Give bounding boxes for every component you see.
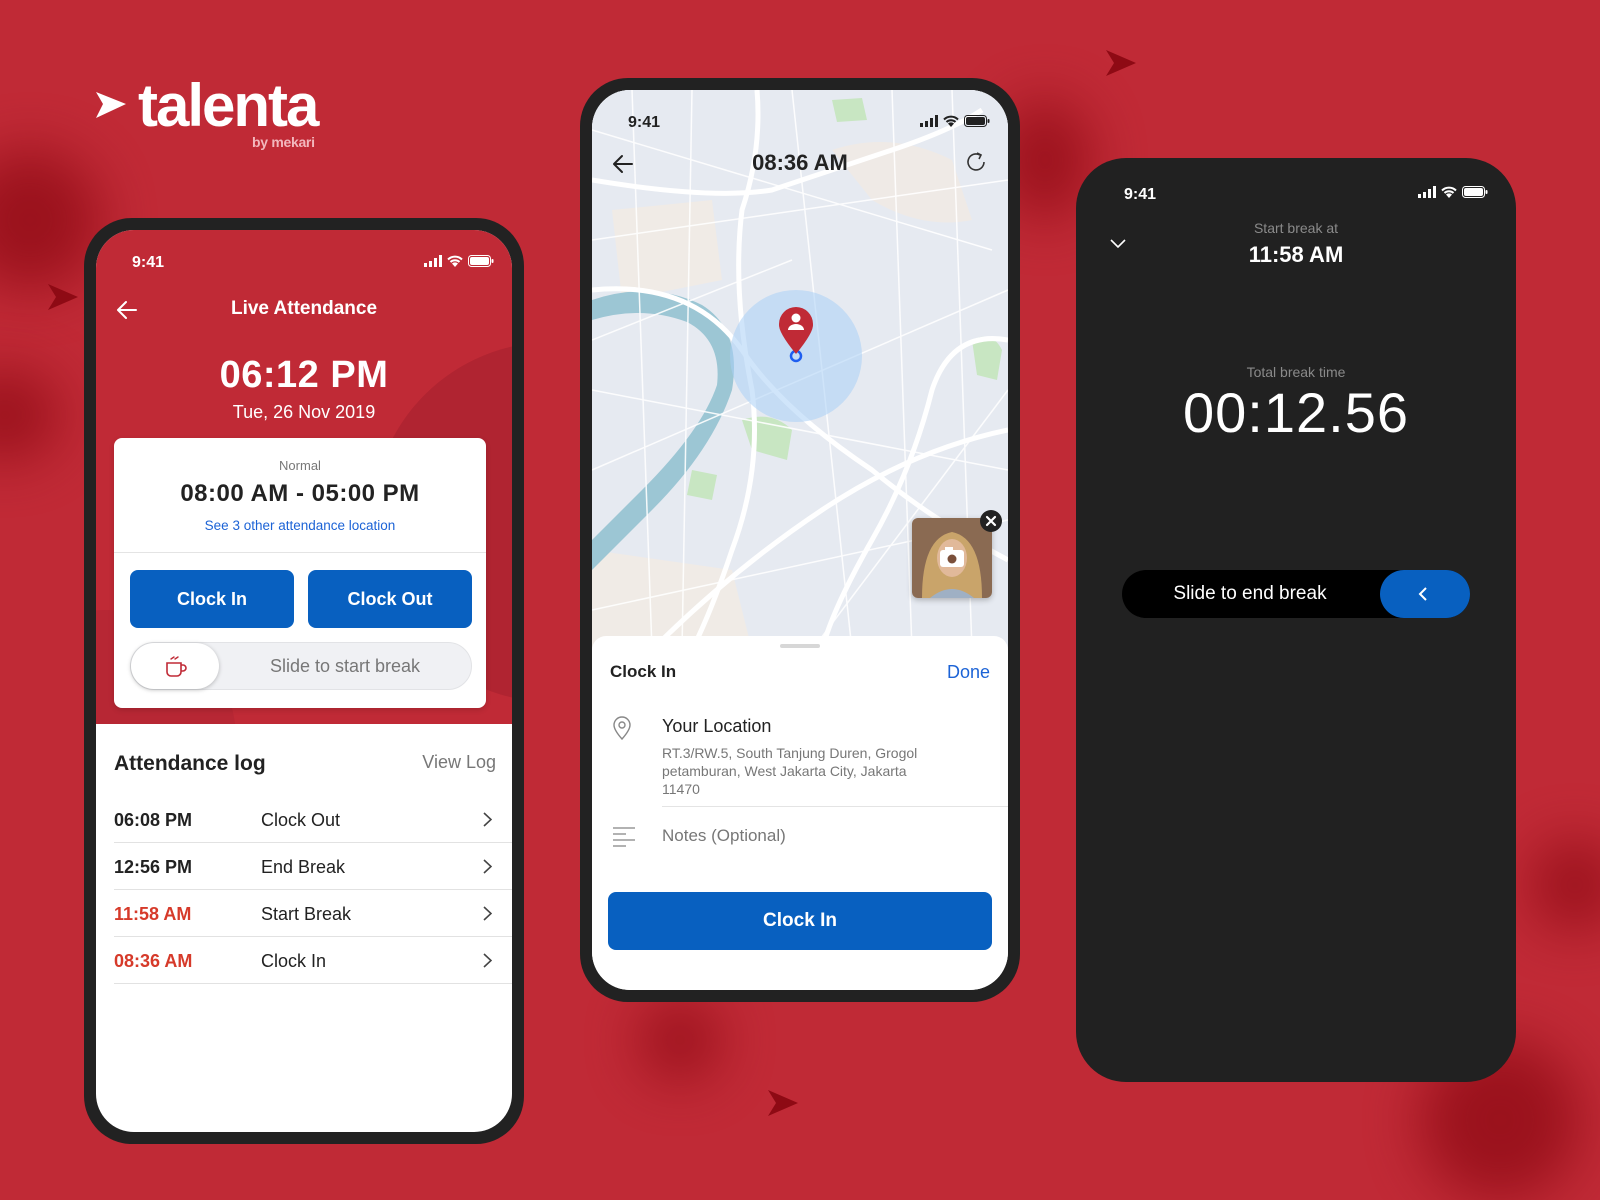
current-time: 06:12 PM [219, 354, 389, 396]
total-break-timer: 00:12.56 [1183, 381, 1409, 444]
location-title: Your Location [662, 716, 772, 736]
view-log-link[interactable]: View Log [422, 752, 496, 773]
log-time: 06:08 PM [114, 810, 193, 830]
brand-byline: by mekari [252, 134, 315, 150]
battery-icon [468, 255, 494, 267]
talenta-chevron-icon [94, 90, 128, 125]
coffee-cup-icon [166, 656, 187, 677]
chevron-right-icon [483, 906, 493, 926]
log-action: Clock In [261, 951, 327, 971]
phone-live-attendance: 9:41 Live Attendance 06:12 PM Tue, 26 No… [84, 218, 524, 1144]
start-break-time: 11:58 AM [1248, 242, 1344, 267]
log-action: Start Break [261, 904, 352, 924]
refresh-icon[interactable] [964, 150, 988, 179]
background-blur [1530, 840, 1600, 930]
status-icons [424, 255, 494, 267]
total-break-label: Total break time [1246, 364, 1346, 380]
notes-input[interactable] [662, 826, 982, 846]
location-address: RT.3/RW.5, South Tanjung Duren, Grogol p… [662, 745, 918, 797]
slider-knob[interactable] [131, 643, 219, 689]
other-locations-link[interactable]: See 3 other attendance location [114, 518, 486, 533]
attendance-log-list: 06:08 PM Clock Out 12:56 PM End Break 11… [114, 796, 512, 984]
location-pin-icon [612, 716, 632, 745]
log-row[interactable]: 11:58 AM Start Break [114, 890, 512, 937]
slider-label: Slide to end break [1173, 583, 1327, 604]
phone-clock-in: 9:41 08:36 AM Clock In Done Your Locatio… [580, 78, 1020, 1002]
battery-icon [1462, 186, 1488, 198]
notes-icon [612, 826, 636, 853]
status-time: 9:41 [1124, 186, 1157, 203]
shift-type: Normal [279, 458, 321, 473]
chevron-right-icon [483, 859, 493, 879]
background-blur [640, 1000, 720, 1080]
clock-in-button[interactable]: Clock In [130, 570, 294, 628]
wifi-icon [1441, 186, 1457, 198]
sheet-grabber[interactable] [780, 644, 820, 648]
signal-icon [1418, 186, 1436, 198]
clock-in-sheet: Clock In Done Your Location RT.3/RW.5, S… [592, 636, 1008, 990]
divider [662, 806, 1008, 807]
shift-card: Normal 08:00 AM - 05:00 PM See 3 other a… [114, 438, 486, 708]
status-icons [920, 115, 990, 127]
chevron-right-icon [483, 953, 493, 973]
close-icon[interactable] [980, 510, 1002, 532]
log-action: Clock Out [261, 810, 341, 830]
start-break-slider[interactable]: Slide to start break [130, 642, 472, 690]
log-row[interactable]: 12:56 PM End Break [114, 843, 512, 890]
phone-break-timer: 9:41 Start break at 11:58 AM Total break… [1076, 158, 1516, 1082]
end-break-slider[interactable]: Slide to end break [1122, 570, 1470, 618]
log-time: 12:56 PM [114, 857, 193, 877]
signal-icon [424, 255, 442, 267]
slider-label: Slide to start break [269, 656, 421, 676]
signal-icon [920, 115, 938, 127]
log-time-late: 08:36 AM [114, 951, 193, 971]
page-title: Live Attendance [230, 298, 378, 319]
navbar: Live Attendance [96, 290, 512, 330]
clock-out-button[interactable]: Clock Out [308, 570, 472, 628]
slider-knob[interactable] [1380, 570, 1470, 618]
attendance-log-title: Attendance log [114, 752, 266, 775]
battery-icon [964, 115, 990, 127]
log-time-late: 11:58 AM [114, 904, 192, 924]
status-bar: 9:41 [1076, 158, 1516, 203]
status-bar: 9:41 [592, 90, 1008, 134]
current-date: Tue, 26 Nov 2019 [232, 402, 376, 422]
camera-icon [940, 547, 964, 567]
chevron-left-icon [1418, 587, 1427, 601]
divider [114, 552, 486, 553]
brand-name: talenta [138, 72, 319, 139]
log-row[interactable]: 08:36 AM Clock In [114, 937, 512, 984]
background-blur [0, 370, 60, 460]
start-break-label: Start break at [1253, 220, 1339, 236]
log-action: End Break [261, 857, 346, 877]
done-button[interactable]: Done [947, 662, 990, 683]
live-attendance-screen: 9:41 Live Attendance 06:12 PM Tue, 26 No… [96, 230, 512, 1132]
wifi-icon [943, 115, 959, 127]
status-icons [1418, 186, 1488, 198]
clock-in-submit-button[interactable]: Clock In [608, 892, 992, 950]
sheet-title: Clock In [610, 662, 677, 681]
status-time: 9:41 [628, 114, 661, 131]
chevron-right-icon [483, 812, 493, 832]
clock-in-time: 08:36 AM [752, 150, 848, 175]
shift-hours: 08:00 AM - 05:00 PM [180, 480, 420, 507]
clock-in-screen: 9:41 08:36 AM Clock In Done Your Locatio… [592, 90, 1008, 990]
status-bar: 9:41 [96, 230, 512, 274]
status-time: 9:41 [132, 254, 165, 271]
wifi-icon [447, 255, 463, 267]
log-row[interactable]: 06:08 PM Clock Out [114, 796, 512, 843]
